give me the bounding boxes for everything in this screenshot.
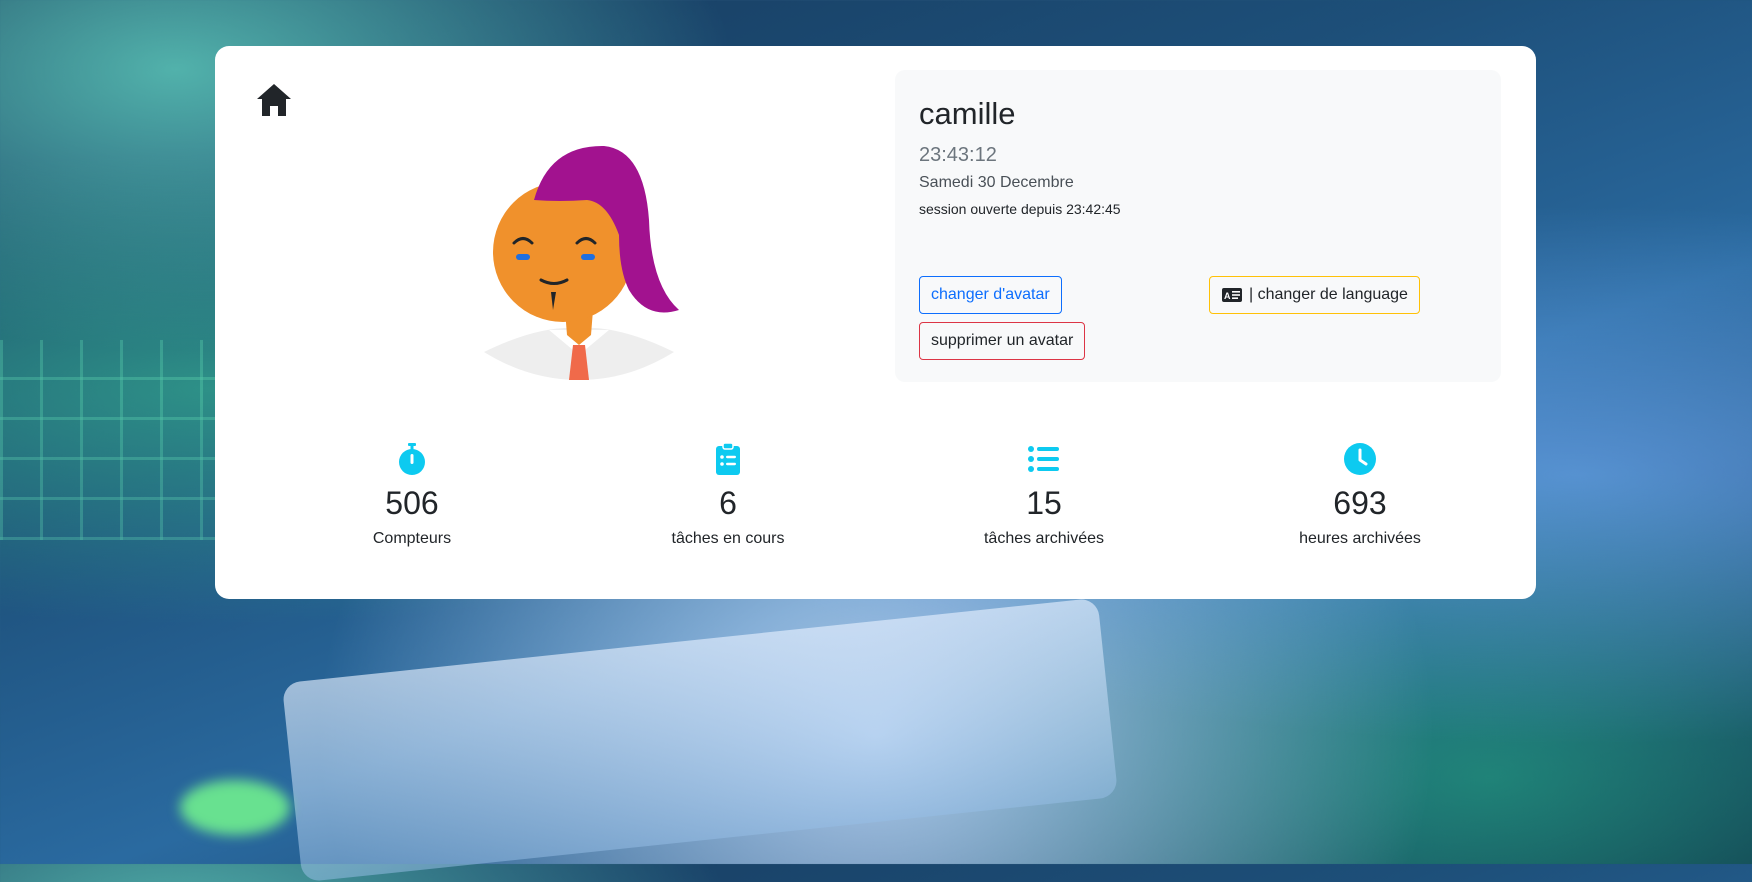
list-icon [1027, 442, 1061, 476]
stat-hours-archived: 693 heures archivées [1230, 442, 1490, 548]
clipboard-list-icon [711, 442, 745, 476]
user-name: camille [919, 96, 1016, 131]
current-time: 23:43:12 [919, 144, 997, 166]
stopwatch-icon [395, 442, 429, 476]
background-image [0, 340, 215, 540]
current-date: Samedi 30 Decembre [919, 174, 1074, 191]
stat-value: 693 [1333, 485, 1387, 521]
stat-label: Compteurs [372, 530, 452, 547]
stat-label: tâches en cours [671, 530, 785, 547]
stat-tasks-archived: 15 tâches archivées [914, 442, 1174, 548]
stat-counters: 506 Compteurs [282, 442, 542, 548]
home-icon[interactable] [255, 82, 293, 118]
background-keyboard [281, 597, 1119, 882]
stat-value: 6 [719, 485, 737, 521]
change-avatar-button[interactable]: changer d'avatar [919, 276, 1062, 314]
svg-text:A: A [1224, 291, 1231, 301]
background-glow [180, 780, 290, 835]
user-avatar [479, 140, 679, 380]
stat-value: 15 [1026, 485, 1062, 521]
user-info-panel: camille 23:43:12 Samedi 30 Decembre sess… [895, 70, 1501, 382]
change-language-label: | changer de language [1249, 286, 1408, 303]
stat-label: tâches archivées [983, 530, 1105, 547]
delete-avatar-label: supprimer un avatar [931, 332, 1074, 349]
stats-row: 506 Compteurs 6 tâches en cours 15 tâche… [215, 442, 1536, 562]
language-card-icon: A [1221, 287, 1243, 303]
session-info: session ouverte depuis 23:42:45 [919, 201, 1121, 217]
profile-card: camille 23:43:12 Samedi 30 Decembre sess… [215, 46, 1536, 599]
stat-label: heures archivées [1299, 530, 1421, 547]
change-avatar-label: changer d'avatar [931, 286, 1050, 303]
delete-avatar-button[interactable]: supprimer un avatar [919, 322, 1086, 360]
change-language-button[interactable]: A | changer de language [1209, 276, 1420, 314]
clock-icon [1343, 442, 1377, 476]
stat-value: 506 [385, 485, 439, 521]
stat-tasks-in-progress: 6 tâches en cours [598, 442, 858, 548]
